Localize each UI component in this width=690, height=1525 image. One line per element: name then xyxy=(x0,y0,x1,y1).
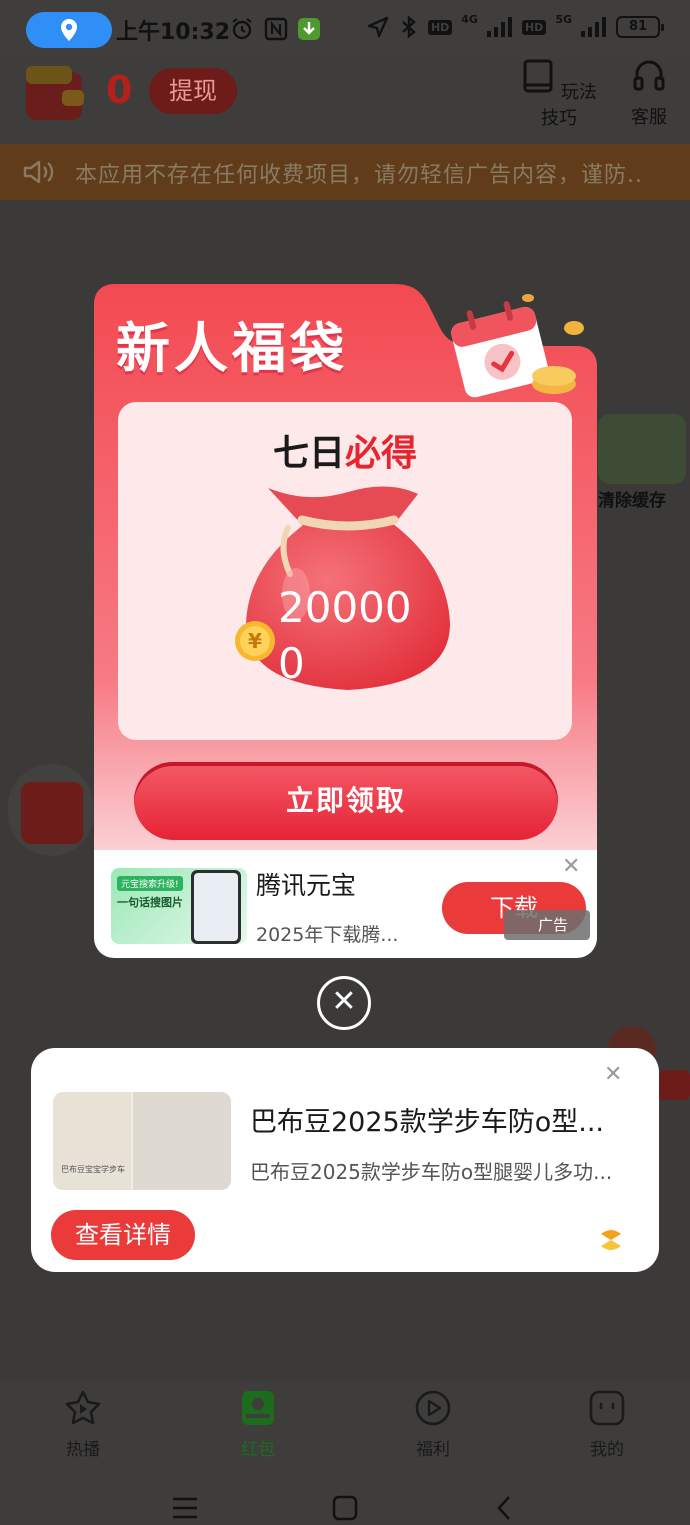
play-circle-icon xyxy=(415,1390,451,1426)
popup-close-button[interactable]: ✕ xyxy=(317,976,371,1030)
coin-symbol: ¥ xyxy=(248,629,262,653)
nav-item-welfare[interactable]: 福利 xyxy=(383,1388,483,1460)
app-header: 0 提现 玩法技巧 客服 xyxy=(0,58,690,144)
nav-item-redpacket[interactable]: 红包 xyxy=(208,1388,308,1460)
product-ad-close-icon[interactable]: ✕ xyxy=(604,1062,622,1087)
product-thumbnail: 巴布豆宝宝学步车 xyxy=(53,1092,231,1190)
clear-cache-label: 清除缓存 xyxy=(598,491,666,511)
nav-item-mine[interactable]: 我的 xyxy=(557,1388,657,1460)
network-type-2: 5G xyxy=(555,12,572,26)
download-icon xyxy=(298,18,320,40)
product-description: 巴布豆2025款学步车防o型腿婴儿多功... xyxy=(250,1160,613,1184)
notice-text: 本应用不存在任何收费项目，请勿轻信广告内容，谨防.. xyxy=(75,163,643,188)
reward-subtitle: 七日必得 xyxy=(118,424,572,476)
ad-description: 2025年下载腾... xyxy=(256,924,399,946)
ad-badge[interactable]: 广告 xyxy=(504,910,590,940)
tips-link[interactable]: 玩法技巧 xyxy=(518,58,600,130)
status-bar: 上午10:32 HD 4G HD 5G 81 xyxy=(0,0,690,58)
coin-icon: ¥ xyxy=(235,621,275,661)
coin-count: 0 xyxy=(106,68,133,112)
signal-icon-2 xyxy=(581,17,606,37)
clear-cache-widget[interactable]: 清除缓存 xyxy=(598,414,690,514)
popup-title: 新人福袋 xyxy=(116,317,348,380)
nfc-icon xyxy=(264,17,288,41)
redpacket-icon xyxy=(242,1391,274,1425)
speaker-icon xyxy=(23,160,54,184)
wallet-icon xyxy=(26,66,84,120)
nav-label-mine: 我的 xyxy=(590,1440,624,1460)
system-nav-bar xyxy=(0,1470,690,1525)
location-icon xyxy=(61,19,77,41)
back-icon[interactable] xyxy=(495,1495,513,1521)
ad-title: 腾讯元宝 xyxy=(256,871,357,900)
menu-icon[interactable] xyxy=(171,1496,199,1520)
navigation-arrow-icon xyxy=(367,16,389,38)
product-thumb-caption: 巴布豆宝宝学步车 xyxy=(61,1165,125,1174)
home-icon[interactable] xyxy=(332,1495,358,1521)
product-title: 巴布豆2025款学步车防o型... xyxy=(250,1107,604,1138)
ad-platform-logo-icon xyxy=(601,1230,621,1250)
service-link[interactable]: 客服 xyxy=(626,58,672,129)
calendar-icon xyxy=(451,294,584,398)
bluetooth-icon xyxy=(402,15,416,39)
clear-cache-image xyxy=(598,414,686,484)
nav-item-hot[interactable]: 热播 xyxy=(33,1388,133,1460)
hd-badge: HD xyxy=(427,19,453,35)
book-icon xyxy=(523,59,553,93)
ad-close-icon[interactable]: ✕ xyxy=(562,854,580,879)
subtitle-prefix: 七日 xyxy=(272,433,345,474)
floating-redpacket[interactable] xyxy=(8,764,94,856)
headset-icon xyxy=(633,60,665,91)
nav-label-redpacket: 红包 xyxy=(241,1440,275,1460)
nav-label-hot: 热播 xyxy=(66,1440,100,1460)
redpacket-icon xyxy=(21,782,83,844)
star-icon xyxy=(65,1390,101,1425)
ad-thumbnail: 元宝搜索升级! 一句话搜图片 xyxy=(111,868,247,944)
signal-icon xyxy=(486,17,512,37)
battery-icon: 81 xyxy=(616,16,664,38)
notice-bar: 本应用不存在任何收费项目，请勿轻信广告内容，谨防.. xyxy=(0,144,690,200)
bottom-nav: 热播 红包 福利 我的 xyxy=(0,1380,690,1470)
new-user-popup: 新人福袋 七日必得 ¥ 200000 立即领取 元宝搜索升级! 一句话搜图片 腾… xyxy=(94,282,597,958)
phone-mockup xyxy=(191,870,241,944)
network-type-1: 4G xyxy=(461,12,478,26)
ad-thumb-headline: 一句话搜图片 xyxy=(117,896,183,909)
clock: 上午10:32 xyxy=(116,20,231,45)
service-label: 客服 xyxy=(631,107,667,128)
hd-badge-2: HD xyxy=(521,19,547,35)
alarm-icon xyxy=(232,18,252,40)
profile-icon xyxy=(589,1390,625,1426)
reward-card: 七日必得 ¥ 200000 xyxy=(118,402,572,740)
subtitle-emphasis: 必得 xyxy=(345,433,418,474)
nav-label-welfare: 福利 xyxy=(416,1440,450,1460)
app-ad-banner[interactable]: 元宝搜索升级! 一句话搜图片 腾讯元宝 2025年下载腾... ✕ 下载 广告 xyxy=(94,850,597,958)
reward-amount: 200000 xyxy=(278,583,412,688)
claim-button[interactable]: 立即领取 xyxy=(134,762,558,840)
ad-thumb-tag: 元宝搜索升级! xyxy=(117,876,183,891)
product-ad-card[interactable]: ✕ 巴布豆宝宝学步车 巴布豆2025款学步车防o型... 巴布豆2025款学步车… xyxy=(31,1048,659,1272)
view-details-button[interactable]: 查看详情 xyxy=(51,1210,195,1260)
location-pill[interactable] xyxy=(26,12,112,48)
withdraw-button[interactable]: 提现 xyxy=(149,68,237,114)
